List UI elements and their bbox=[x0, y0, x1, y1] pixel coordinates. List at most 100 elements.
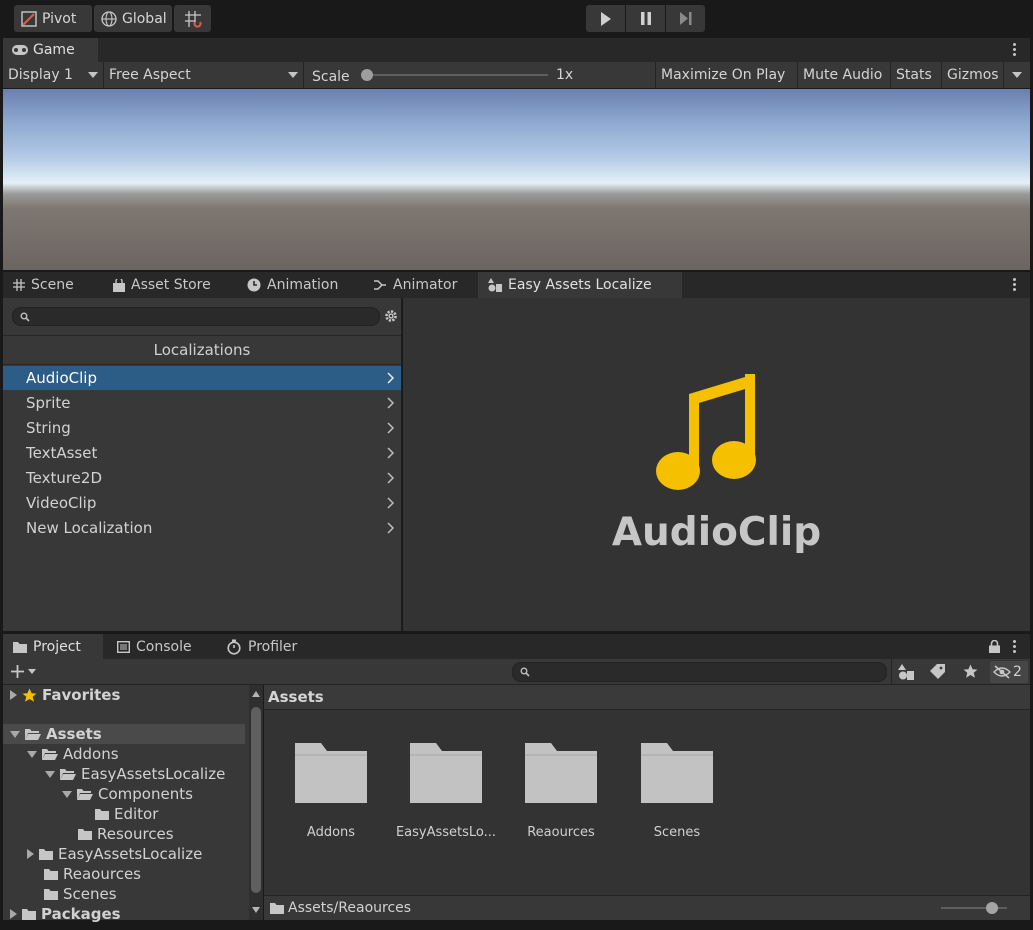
tree-item-editor[interactable]: Editor bbox=[95, 804, 158, 824]
tab-animation[interactable]: Animation bbox=[237, 272, 361, 298]
divider bbox=[3, 364, 401, 365]
localizations-search-input[interactable] bbox=[12, 307, 380, 326]
tree-item-label: Addons bbox=[63, 745, 119, 763]
asset-folder-reaources[interactable]: Reaources bbox=[506, 741, 616, 840]
scale-slider-handle[interactable] bbox=[361, 69, 373, 81]
localization-item-audioclip[interactable]: AudioClip bbox=[3, 366, 401, 390]
tree-item-easyassetslocalize-inner[interactable]: EasyAssetsLocalize bbox=[45, 764, 225, 784]
project-toolbar: 2 bbox=[3, 659, 1030, 685]
favorite-star-icon[interactable] bbox=[963, 664, 978, 679]
tree-item-label: EasyAssetsLocalize bbox=[81, 765, 226, 783]
project-panel-menu-icon[interactable] bbox=[1008, 640, 1020, 653]
localization-item-label: Texture2D bbox=[26, 469, 103, 487]
folder-icon bbox=[391, 741, 501, 805]
middle-panel-menu-icon[interactable] bbox=[1008, 278, 1020, 291]
pause-icon bbox=[640, 12, 652, 25]
asset-folder-scenes[interactable]: Scenes bbox=[622, 741, 732, 840]
chevron-down-icon bbox=[88, 72, 98, 78]
localization-item-texture2d[interactable]: Texture2D bbox=[3, 466, 401, 490]
tab-scene[interactable]: Scene bbox=[3, 272, 99, 298]
stats-toggle[interactable]: Stats bbox=[891, 62, 942, 88]
tree-item-addons[interactable]: Addons bbox=[27, 744, 119, 764]
tab-asset-store[interactable]: Asset Store bbox=[103, 272, 233, 298]
tree-item-label: Favorites bbox=[42, 686, 121, 704]
maximize-on-play-toggle[interactable]: Maximize On Play bbox=[656, 62, 798, 88]
divider bbox=[891, 659, 892, 685]
asset-label: Addons bbox=[306, 825, 356, 840]
tree-scrollbar-thumb[interactable] bbox=[251, 707, 261, 893]
aspect-value: Free Aspect bbox=[109, 67, 191, 83]
scroll-down-icon[interactable] bbox=[252, 907, 260, 913]
game-panel-menu-icon[interactable] bbox=[1008, 43, 1020, 56]
step-icon bbox=[679, 12, 693, 25]
folder-open-icon bbox=[77, 788, 93, 801]
tab-console[interactable]: Console bbox=[107, 634, 211, 659]
tab-animator[interactable]: Animator bbox=[363, 272, 478, 298]
eye-slash-icon bbox=[993, 665, 1011, 679]
asset-folder-addons[interactable]: Addons bbox=[276, 741, 386, 840]
tree-item-packages[interactable]: Packages bbox=[10, 904, 121, 924]
project-status-bar: Assets/Reaources bbox=[264, 895, 1030, 920]
localization-item-textasset[interactable]: TextAsset bbox=[3, 441, 401, 465]
mute-audio-toggle[interactable]: Mute Audio bbox=[798, 62, 891, 88]
step-button[interactable] bbox=[666, 5, 705, 32]
game-options-bar: Display 1 Free Aspect Scale 1x Maximize … bbox=[3, 62, 1030, 88]
tree-item-label: Components bbox=[98, 785, 193, 803]
tab-easy-assets-localize[interactable]: Easy Assets Localize bbox=[478, 272, 682, 298]
middle-tab-bar: Scene Asset Store Animation Animator Eas… bbox=[3, 272, 1030, 298]
chevron-right-icon bbox=[387, 522, 395, 534]
search-by-type-icon[interactable] bbox=[898, 664, 914, 680]
create-button[interactable] bbox=[10, 664, 36, 679]
tree-item-resources[interactable]: Resources bbox=[78, 824, 174, 844]
tree-item-favorites[interactable]: Favorites bbox=[10, 685, 120, 705]
scale-slider-track[interactable] bbox=[366, 74, 548, 76]
label-tag-icon[interactable] bbox=[930, 664, 945, 679]
tree-item-label: EasyAssetsLocalize bbox=[58, 845, 203, 863]
hidden-packages-toggle[interactable]: 2 bbox=[990, 661, 1028, 683]
project-search-input[interactable] bbox=[512, 662, 887, 682]
tab-game[interactable]: Game bbox=[3, 38, 98, 62]
bottom-tab-bar: Project Console Profiler bbox=[3, 634, 1030, 659]
display-dropdown[interactable]: Display 1 bbox=[3, 62, 104, 88]
tree-item-components[interactable]: Components bbox=[62, 784, 193, 804]
localization-item-string[interactable]: String bbox=[3, 416, 401, 440]
folder-icon bbox=[270, 902, 284, 914]
pause-button[interactable] bbox=[626, 5, 665, 32]
scroll-up-icon[interactable] bbox=[252, 691, 260, 697]
pivot-icon bbox=[20, 10, 38, 28]
localization-item-videoclip[interactable]: VideoClip bbox=[3, 491, 401, 515]
localization-item-sprite[interactable]: Sprite bbox=[3, 391, 401, 415]
global-button[interactable]: Global bbox=[94, 5, 172, 32]
play-icon bbox=[600, 11, 612, 26]
tree-item-easyassetslocalize[interactable]: EasyAssetsLocalize bbox=[27, 844, 202, 864]
chevron-down-icon bbox=[62, 790, 72, 798]
tree-item-assets[interactable]: Assets bbox=[10, 724, 102, 744]
settings-gear-icon[interactable] bbox=[384, 309, 398, 323]
grid-snap-icon bbox=[184, 10, 202, 28]
tab-profiler[interactable]: Profiler bbox=[216, 634, 316, 659]
tree-item-reaources[interactable]: Reaources bbox=[44, 864, 141, 884]
grid-snap-button[interactable] bbox=[174, 5, 211, 32]
folder-open-icon bbox=[25, 728, 41, 741]
mute-label: Mute Audio bbox=[803, 67, 883, 83]
tab-project[interactable]: Project bbox=[3, 634, 103, 659]
pivot-button[interactable]: Pivot bbox=[14, 5, 92, 32]
folder-open-icon bbox=[42, 748, 58, 761]
folder-icon bbox=[276, 741, 386, 805]
asset-breadcrumb[interactable]: Assets bbox=[264, 685, 1030, 710]
gizmos-toggle[interactable]: Gizmos bbox=[942, 62, 1004, 88]
game-tab-bar: Game bbox=[3, 38, 1030, 62]
tree-scrollbar[interactable] bbox=[249, 685, 263, 920]
lock-icon[interactable] bbox=[989, 640, 1000, 653]
game-viewport[interactable] bbox=[3, 89, 1030, 270]
localization-item-new-localization[interactable]: New Localization bbox=[3, 516, 401, 540]
tree-item-scenes[interactable]: Scenes bbox=[44, 884, 117, 904]
folder-icon bbox=[506, 741, 616, 805]
aspect-dropdown[interactable]: Free Aspect bbox=[104, 62, 304, 88]
gizmos-dropdown[interactable] bbox=[1004, 62, 1030, 88]
music-note-icon bbox=[653, 372, 759, 494]
play-button[interactable] bbox=[586, 5, 625, 32]
icon-size-slider-handle[interactable] bbox=[986, 902, 998, 914]
asset-folder-easyassetslocalize[interactable]: EasyAssetsLo... bbox=[391, 741, 501, 840]
tab-easy-assets-localize-label: Easy Assets Localize bbox=[508, 277, 652, 293]
